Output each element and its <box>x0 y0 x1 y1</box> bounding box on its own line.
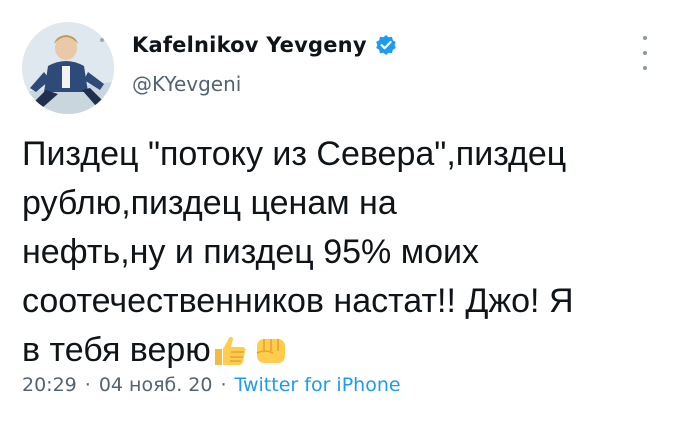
tweet-source-link[interactable]: Twitter for iPhone <box>235 374 401 396</box>
tweet-header: Kafelnikov Yevgeny @KYevgeni <box>22 22 662 114</box>
tweet-text-line: нефть,ну и пиздец 95% моих <box>22 233 479 271</box>
more-dot <box>643 66 647 70</box>
verified-badge-icon <box>375 34 397 56</box>
author-names: Kafelnikov Yevgeny @KYevgeni <box>132 28 397 96</box>
meta-separator: · <box>84 374 91 396</box>
raised-fist-icon <box>251 332 291 366</box>
tweet-time[interactable]: 20:29 <box>22 374 77 396</box>
tweet-text-line: в тебя верю <box>22 331 211 369</box>
display-name-row: Kafelnikov Yevgeny <box>132 28 397 62</box>
tweet-card: Kafelnikov Yevgeny @KYevgeni Пиздец "пот… <box>0 0 680 425</box>
author-handle[interactable]: @KYevgeni <box>132 72 397 96</box>
more-dot <box>643 51 647 55</box>
meta-separator: · <box>220 374 227 396</box>
author-avatar[interactable] <box>22 22 114 114</box>
tweet-text: Пиздец "потоку из Севера",пиздец рублю,п… <box>22 130 662 375</box>
more-options-icon[interactable] <box>640 36 650 70</box>
author-display-name[interactable]: Kafelnikov Yevgeny <box>132 33 367 57</box>
tweet-meta: 20:29 · 04 нояб. 20 · Twitter for iPhone <box>22 374 401 396</box>
tweet-text-line: Пиздец "потоку из Севера",пиздец <box>22 135 567 173</box>
thumbs-up-icon <box>211 332 251 366</box>
tweet-date[interactable]: 04 нояб. 20 <box>99 374 213 396</box>
avatar-photo-icon <box>22 22 114 114</box>
more-dot <box>643 36 647 40</box>
tweet-text-line: рублю,пиздец ценам на <box>22 184 397 222</box>
tweet-text-line: соотечественников настат!! Джо! Я <box>22 282 574 320</box>
